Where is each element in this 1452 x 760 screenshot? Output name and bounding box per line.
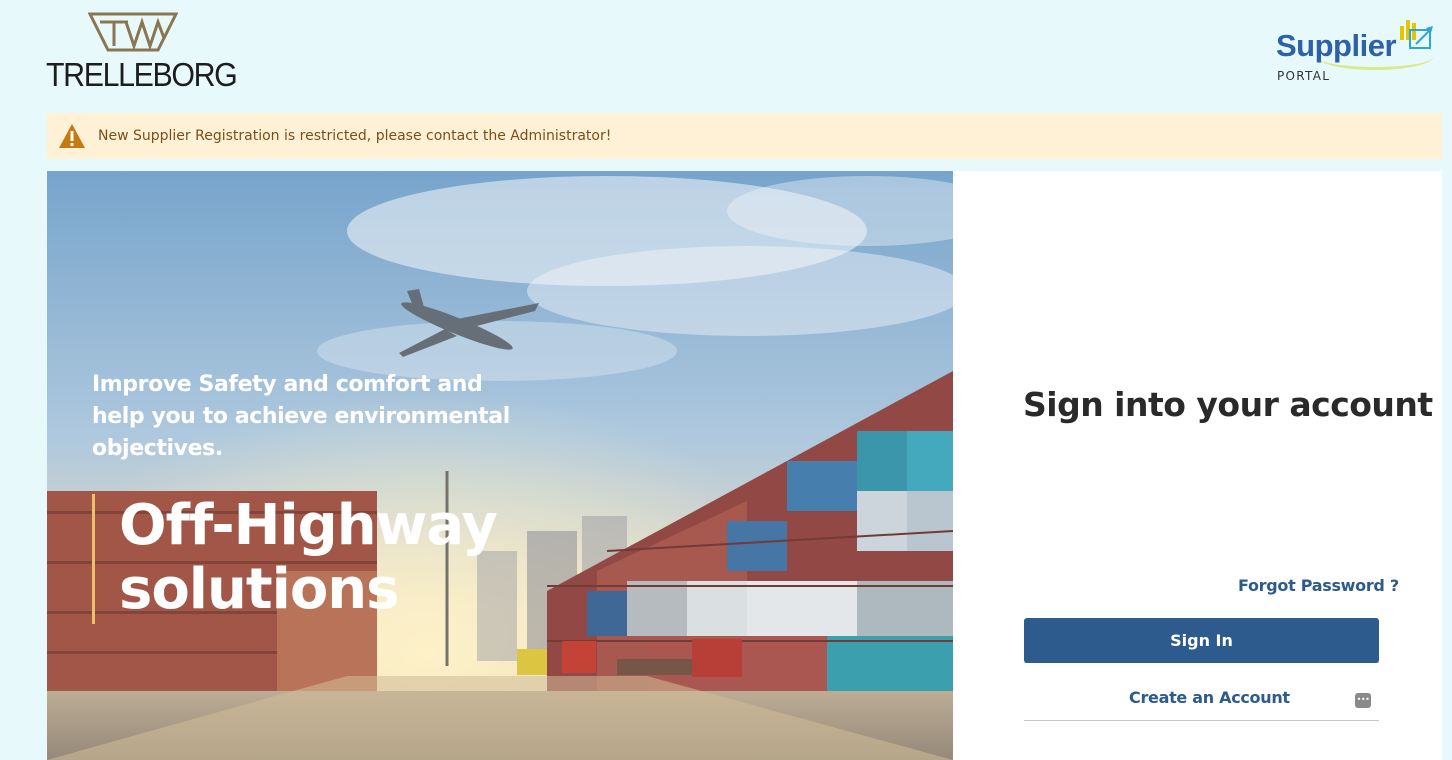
supplier-portal-logo: Supplier PORTAL <box>1276 14 1436 86</box>
supplier-logo-subtitle: PORTAL <box>1277 69 1331 83</box>
hero-headline: Off-Highway solutions <box>92 493 498 624</box>
signin-panel: Sign into your account ••• ••• <box>953 171 1442 760</box>
trelleborg-logo-text: TRELLEBORG <box>46 56 238 93</box>
hero-panel: Improve Safety and comfort and help you … <box>47 171 953 760</box>
registration-warning-banner: New Supplier Registration is restricted,… <box>47 113 1442 159</box>
signin-title: Sign into your account <box>1023 385 1433 424</box>
password-manager-icon[interactable]: ••• <box>1355 693 1371 708</box>
trelleborg-emblem-icon <box>88 12 178 52</box>
warning-message: New Supplier Registration is restricted,… <box>98 128 612 144</box>
bar-chart-icon <box>1400 20 1433 49</box>
cargo-port-image <box>47 171 953 760</box>
create-account-link[interactable]: Create an Account <box>1129 688 1290 707</box>
warning-icon <box>59 124 85 148</box>
hero-tagline: Improve Safety and comfort and help you … <box>92 372 510 461</box>
sign-in-button[interactable]: Sign In <box>1024 618 1379 663</box>
hero-headline-line1: Off-Highway <box>119 493 498 558</box>
trelleborg-logo[interactable]: TRELLEBORG <box>46 12 238 93</box>
forgot-password-link[interactable]: Forgot Password ? <box>1238 576 1399 595</box>
hero-headline-line2: solutions <box>119 557 400 622</box>
supplier-logo-title: Supplier <box>1276 28 1397 63</box>
